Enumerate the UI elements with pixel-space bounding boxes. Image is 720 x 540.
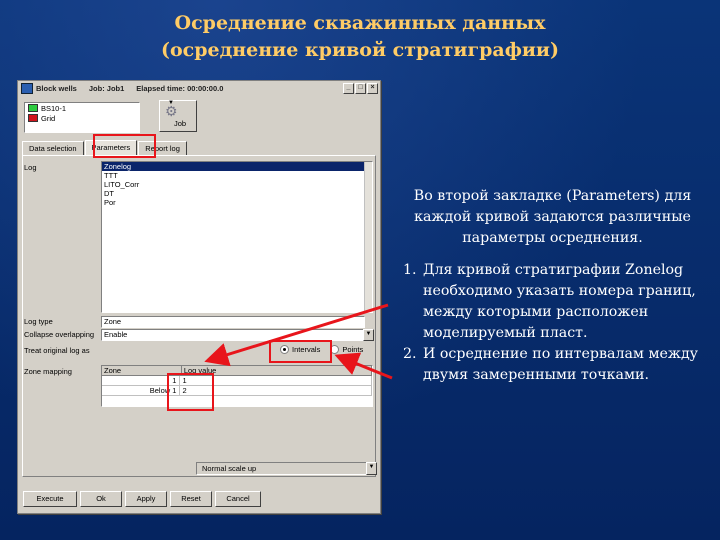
cancel-button[interactable]: Cancel — [215, 491, 261, 507]
slide-title-line2: (осреднение кривой стратиграфии) — [161, 39, 559, 61]
wells-list[interactable]: BS10-1 Grid — [24, 102, 140, 133]
highlight-intervals-radio — [269, 340, 332, 363]
well-name: BS10-1 — [41, 103, 67, 113]
tab-data-selection[interactable]: Data selection — [22, 141, 84, 156]
close-icon[interactable]: × — [367, 83, 378, 94]
log-item[interactable]: DT — [102, 189, 372, 198]
chevron-down-icon[interactable]: ▼ — [363, 329, 374, 341]
ok-button[interactable]: Ok — [80, 491, 122, 507]
highlight-parameters-tab — [93, 134, 156, 158]
radio-points-label: Points — [342, 345, 364, 354]
zone-mapping-table[interactable]: Zone Log value 1 1 Below 1 2 — [101, 365, 373, 407]
zone-mapping-label: Zone mapping — [24, 367, 72, 376]
list-item: Для кривой стратиграфии Zonelog необходи… — [421, 260, 710, 344]
minimize-icon[interactable]: _ — [343, 83, 354, 94]
reset-button[interactable]: Reset — [170, 491, 212, 507]
gear-icon: ⚙ — [165, 103, 178, 119]
log-list[interactable]: Zonelog TTT LITO_Corr DT Por — [101, 161, 373, 313]
table-row: 1 1 — [102, 376, 372, 386]
treat-label: Treat original log as — [24, 346, 90, 355]
chevron-down-icon[interactable]: ▼ — [168, 100, 174, 106]
log-label: Log — [24, 163, 37, 172]
maximize-icon[interactable]: □ — [355, 83, 366, 94]
window-title: Block wells — [36, 84, 77, 93]
log-type-label: Log type — [24, 317, 53, 326]
dialog-buttons: Execute Ok Apply Reset Cancel — [23, 491, 261, 507]
execute-button[interactable]: Execute — [23, 491, 77, 507]
log-item[interactable]: TTT — [102, 171, 372, 180]
log-item-zonelog[interactable]: Zonelog — [102, 162, 367, 171]
well-name: Grid — [41, 113, 56, 123]
log-item[interactable]: Por — [102, 198, 372, 207]
explanation-intro: Во второй закладке (Parameters) для кажд… — [413, 188, 692, 246]
job-status: Job: Job1 — [88, 84, 125, 93]
chevron-down-icon[interactable]: ▼ — [366, 462, 377, 475]
log-type-field[interactable]: Zone — [101, 316, 365, 328]
list-item[interactable]: Grid — [25, 113, 139, 123]
log-item[interactable]: LITO_Corr — [102, 180, 372, 189]
job-button[interactable]: ⚙ Job — [159, 100, 197, 132]
list-item[interactable]: BS10-1 — [25, 103, 139, 113]
list-item: И осреднение по интервалам между двумя з… — [421, 344, 710, 386]
slide-title-line1: Осреднение скважинных данных — [174, 12, 546, 34]
explanation-text: Во второй закладке (Parameters) для кажд… — [395, 186, 710, 386]
well-color-swatch — [28, 104, 38, 112]
window-titlebar[interactable]: Block wells Job: Job1 Elapsed time: 00:0… — [19, 82, 379, 95]
highlight-log-values — [167, 373, 214, 411]
scale-mode-combo[interactable]: Normal scale up — [196, 462, 373, 475]
app-icon — [21, 83, 33, 94]
explanation-list: Для кривой стратиграфии Zonelog необходи… — [395, 260, 710, 386]
table-row: Below 1 2 — [102, 386, 372, 396]
log-list-scrollbar[interactable] — [364, 162, 372, 312]
elapsed-time: Elapsed time: 00:00:00.0 — [136, 84, 224, 93]
slide-title: Осреднение скважинных данных (осреднение… — [0, 10, 720, 64]
grid-color-swatch — [28, 114, 38, 122]
apply-button[interactable]: Apply — [125, 491, 167, 507]
collapse-label: Collapse overlapping — [24, 330, 95, 339]
job-button-label: Job — [174, 119, 187, 128]
block-wells-window: Block wells Job: Job1 Elapsed time: 00:0… — [17, 80, 381, 514]
